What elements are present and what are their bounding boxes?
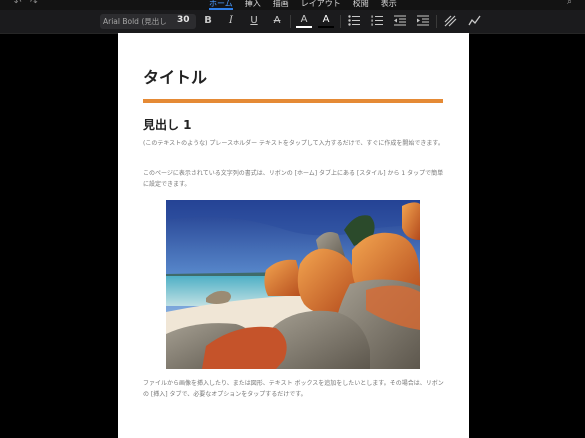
tab-view[interactable]: 表示 — [381, 0, 397, 10]
toolbar-divider — [340, 15, 341, 28]
font-selector[interactable]: Arial Bold (見出し 30 — [100, 14, 196, 29]
document-page[interactable]: タイトル 見出し 1 (このテキストのような) プレースホルダー テキストをタッ… — [118, 33, 469, 438]
tab-review[interactable]: 校閲 — [353, 0, 369, 10]
styles-icon[interactable] — [442, 13, 458, 29]
search-icon[interactable]: ⌕ — [567, 0, 572, 7]
strikethrough-icon[interactable]: A — [269, 13, 285, 29]
body-paragraph-3[interactable]: ファイルから画像を挿入したり、または図形、テキスト ボックスを追加をしたいとしま… — [143, 378, 444, 400]
decrease-indent-icon[interactable] — [392, 13, 408, 29]
tab-layout[interactable]: レイアウト — [301, 0, 341, 10]
tab-draw[interactable]: 描画 — [273, 0, 289, 10]
numbered-list-icon[interactable] — [369, 13, 385, 29]
redo-icon[interactable]: ↷ — [30, 0, 38, 9]
toolbar-divider — [290, 15, 291, 28]
draw-pen-icon[interactable] — [466, 13, 482, 29]
ribbon-tab-bar: ↶ ↷ ホーム 挿入 描画 レイアウト 校閲 表示 ⌕ — [0, 0, 585, 10]
font-size-field[interactable]: 30 — [177, 15, 190, 25]
bullet-list-icon[interactable] — [346, 13, 362, 29]
document-title[interactable]: タイトル — [143, 64, 207, 88]
bold-icon[interactable]: B — [200, 13, 216, 29]
font-color-icon[interactable]: A — [318, 13, 334, 28]
italic-icon[interactable]: I — [223, 13, 239, 29]
font-name-field[interactable]: Arial Bold (見出し — [103, 16, 167, 27]
title-rule — [143, 99, 443, 103]
tab-insert[interactable]: 挿入 — [245, 0, 261, 10]
beach-rocks-photo[interactable] — [166, 200, 420, 369]
formatting-toolbar: Arial Bold (見出し 30 B I U A A A — [0, 10, 585, 34]
toolbar-divider — [436, 15, 437, 28]
highlight-icon[interactable]: A — [296, 13, 312, 28]
underline-icon[interactable]: U — [246, 13, 262, 29]
body-paragraph-2[interactable]: このページに表示されている文字列の書式は、リボンの [ホーム] タブ上にある [… — [143, 168, 444, 190]
body-paragraph-1[interactable]: (このテキストのような) プレースホルダー テキストをタップして入力するだけで、… — [143, 138, 444, 149]
undo-icon[interactable]: ↶ — [14, 0, 22, 9]
ribbon-tabs: ホーム 挿入 描画 レイアウト 校閲 表示 — [209, 0, 409, 10]
heading-1[interactable]: 見出し 1 — [143, 116, 192, 133]
tab-home[interactable]: ホーム — [209, 0, 233, 10]
increase-indent-icon[interactable] — [415, 13, 431, 29]
